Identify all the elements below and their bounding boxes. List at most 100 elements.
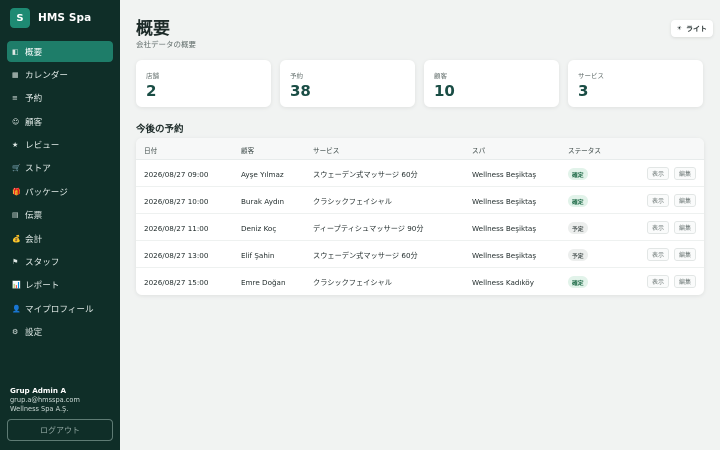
stat-card-stores: 店舗 2 bbox=[136, 60, 271, 107]
table-row: 2026/08/27 13:00 Elif Şahin スウェーデン式マッサージ 6… bbox=[136, 241, 704, 268]
view-button[interactable]: 表示 bbox=[647, 221, 670, 234]
cart-icon: 🛒 bbox=[12, 164, 21, 173]
status-badge: 確定 bbox=[568, 276, 588, 288]
money-bag-icon: 💰 bbox=[12, 234, 21, 243]
theme-toggle-button[interactable]: ☀ ライト bbox=[670, 20, 713, 37]
sidebar-item-4[interactable]: ★ レビュー bbox=[7, 135, 113, 156]
edit-button[interactable]: 編集 bbox=[674, 221, 697, 234]
sidebar-item-3[interactable]: ☺ 顧客 bbox=[7, 111, 113, 132]
sidebar-item-1[interactable]: ▦ カレンダー bbox=[7, 64, 113, 85]
table-row: 2026/08/27 09:00 Ayşe Yılmaz スウェーデン式マッサージ … bbox=[136, 160, 704, 187]
receipt-icon: ▤ bbox=[12, 211, 19, 220]
logout-button[interactable]: ログアウト bbox=[7, 419, 113, 441]
stat-label: 顧客 bbox=[434, 72, 447, 80]
cell-spa: Wellness Beşiktaş bbox=[472, 224, 537, 233]
sidebar-item-label: 顧客 bbox=[25, 117, 43, 128]
upcoming-reservations-table: 日付 顧客 サービス スパ ステータス 2026/08/27 09:00 Ayşe… bbox=[136, 138, 704, 295]
status-badge: 確定 bbox=[568, 168, 588, 180]
stat-value: 3 bbox=[578, 82, 589, 100]
sidebar-item-2[interactable]: ≡ 予約 bbox=[7, 88, 113, 109]
column-header-spa: スパ bbox=[472, 147, 486, 155]
upcoming-section-title: 今後の予約 bbox=[136, 124, 184, 135]
sidebar-item-6[interactable]: 🎁 パッケージ bbox=[7, 181, 113, 202]
cell-customer: Emre Doğan bbox=[241, 278, 286, 287]
page-subtitle: 会社データの概要 bbox=[136, 40, 196, 49]
cell-date: 2026/08/27 11:00 bbox=[144, 224, 209, 233]
dashboard-icon: ◧ bbox=[12, 47, 19, 56]
edit-button[interactable]: 編集 bbox=[674, 275, 697, 288]
cell-date: 2026/08/27 10:00 bbox=[144, 197, 209, 206]
cell-spa: Wellness Beşiktaş bbox=[472, 197, 537, 206]
column-header-date: 日付 bbox=[144, 147, 158, 155]
sidebar-item-8[interactable]: 💰 会計 bbox=[7, 228, 113, 249]
status-badge: 予定 bbox=[568, 249, 588, 261]
sidebar-item-0[interactable]: ◧ 概要 bbox=[7, 41, 113, 62]
stats-row: 店舗 2 予約 38 顧客 10 サービス 3 bbox=[136, 60, 704, 107]
page-title: 概要 bbox=[136, 19, 170, 39]
user-email: grup.a@hmsspa.com bbox=[10, 395, 80, 404]
stat-label: 予約 bbox=[290, 72, 303, 80]
column-header-status: ステータス bbox=[568, 147, 601, 155]
theme-label: ライト bbox=[686, 24, 707, 33]
view-button[interactable]: 表示 bbox=[647, 194, 670, 207]
sidebar-item-10[interactable]: 📊 レポート bbox=[7, 275, 113, 296]
edit-button[interactable]: 編集 bbox=[674, 194, 697, 207]
brand[interactable]: S HMS Spa bbox=[10, 8, 91, 28]
brand-name: HMS Spa bbox=[38, 12, 92, 24]
sidebar-item-label: 会計 bbox=[25, 234, 43, 245]
sidebar-item-11[interactable]: 👤 マイプロフィール bbox=[7, 298, 113, 319]
stat-label: 店舗 bbox=[146, 72, 159, 80]
flag-icon: ⚑ bbox=[12, 258, 19, 267]
sidebar-item-label: パッケージ bbox=[25, 187, 68, 198]
sidebar-item-9[interactable]: ⚑ スタッフ bbox=[7, 252, 113, 273]
view-button[interactable]: 表示 bbox=[647, 248, 670, 261]
cell-customer: Elif Şahin bbox=[241, 251, 275, 260]
sidebar: S HMS Spa ◧ 概要 ▦ カレンダー ≡ 予約 ☺ 顧客 ★ レビュー 🛒 ストア 🎁 パッケージ… bbox=[0, 0, 120, 450]
cell-service: クラシックフェイシャル bbox=[313, 197, 392, 206]
table-row: 2026/08/27 11:00 Deniz Koç ディープティシュマッサージ 9… bbox=[136, 214, 704, 241]
list-icon: ≡ bbox=[12, 94, 18, 103]
edit-button[interactable]: 編集 bbox=[674, 248, 697, 261]
sidebar-item-label: レポート bbox=[25, 281, 60, 292]
view-button[interactable]: 表示 bbox=[647, 275, 670, 288]
table-row: 2026/08/27 10:00 Burak Aydın クラシックフェイシャル We… bbox=[136, 187, 704, 214]
sidebar-item-label: マイプロフィール bbox=[25, 304, 94, 315]
table-body: 2026/08/27 09:00 Ayşe Yılmaz スウェーデン式マッサージ … bbox=[136, 160, 704, 295]
cell-spa: Wellness Beşiktaş bbox=[472, 170, 537, 179]
sun-icon: ☀ bbox=[676, 25, 682, 32]
stat-card-customers: 顧客 10 bbox=[424, 60, 559, 107]
stat-card-services: サービス 3 bbox=[568, 60, 703, 107]
user-info: Grup Admin A grup.a@hmsspa.com Wellness … bbox=[10, 386, 80, 415]
status-badge: 確定 bbox=[568, 195, 588, 207]
sidebar-item-5[interactable]: 🛒 ストア bbox=[7, 158, 113, 179]
cell-service: スウェーデン式マッサージ 60分 bbox=[313, 251, 418, 260]
cell-service: クラシックフェイシャル bbox=[313, 278, 392, 287]
sidebar-item-label: レビュー bbox=[25, 141, 60, 152]
sidebar-item-12[interactable]: ⚙ 設定 bbox=[7, 322, 113, 343]
table-row: 2026/08/27 15:00 Emre Doğan クラシックフェイシャル Wel… bbox=[136, 268, 704, 295]
calendar-icon: ▦ bbox=[12, 70, 19, 79]
status-badge: 予定 bbox=[568, 222, 588, 234]
stat-card-reservations: 予約 38 bbox=[280, 60, 415, 107]
sidebar-nav: ◧ 概要 ▦ カレンダー ≡ 予約 ☺ 顧客 ★ レビュー 🛒 ストア 🎁 パッケージ ▤ 伝票 💰 会計 ⚑ スタッ… bbox=[7, 41, 113, 345]
cell-customer: Deniz Koç bbox=[241, 224, 277, 233]
cell-service: スウェーデン式マッサージ 60分 bbox=[313, 170, 418, 179]
sidebar-item-7[interactable]: ▤ 伝票 bbox=[7, 205, 113, 226]
chart-icon: 📊 bbox=[12, 281, 21, 290]
cell-customer: Burak Aydın bbox=[241, 197, 285, 206]
sidebar-item-label: 伝票 bbox=[25, 211, 43, 222]
user-company: Wellness Spa A.Ş. bbox=[10, 405, 69, 414]
cell-customer: Ayşe Yılmaz bbox=[241, 170, 284, 179]
cell-date: 2026/08/27 15:00 bbox=[144, 278, 209, 287]
edit-button[interactable]: 編集 bbox=[674, 167, 697, 180]
star-icon: ★ bbox=[12, 141, 19, 150]
gift-icon: 🎁 bbox=[12, 187, 21, 196]
view-button[interactable]: 表示 bbox=[647, 167, 670, 180]
sidebar-item-label: スタッフ bbox=[25, 258, 60, 269]
sidebar-item-label: 概要 bbox=[25, 47, 43, 58]
main-content: 概要 会社データの概要 ☀ ライト 店舗 2 予約 38 顧客 10 サービス … bbox=[120, 0, 720, 450]
customers-icon: ☺ bbox=[12, 117, 20, 126]
cell-date: 2026/08/27 13:00 bbox=[144, 251, 209, 260]
brand-logo: S bbox=[10, 8, 30, 28]
stat-value: 38 bbox=[290, 82, 311, 100]
